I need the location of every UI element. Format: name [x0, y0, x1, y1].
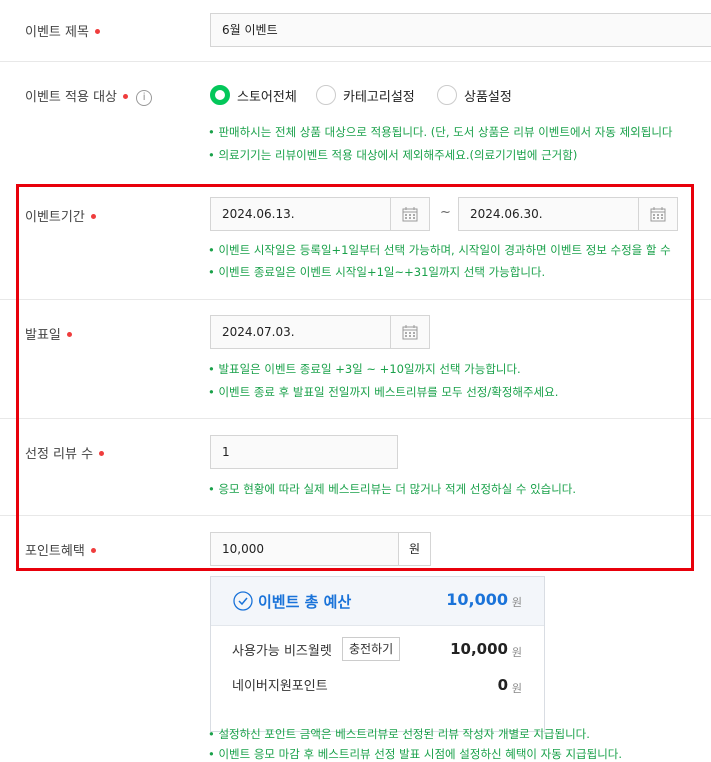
radio-store-all-label[interactable]: 스토어전체 [237, 86, 297, 105]
event-title-label: 이벤트 제목 [25, 21, 100, 40]
budget-header: 이벤트 총 예산 10,000 원 [211, 577, 544, 626]
radio-category-label[interactable]: 카테고리설정 [343, 86, 415, 105]
apply-target-label: 이벤트 적용 대상 i [25, 86, 153, 106]
check-circle-icon [233, 591, 253, 615]
info-icon[interactable]: i [136, 89, 153, 106]
apply-target-label-text: 이벤트 적용 대상 [25, 90, 117, 105]
naver-points-label: 네이버지원포인트 [232, 679, 328, 694]
bizwallet-value: 10,000 [450, 640, 508, 658]
radio-product[interactable] [437, 85, 457, 105]
footer-note-2: • 이벤트 응모 마감 후 베스트리뷰 선정 발표 시점에 설정하신 혜택이 자… [208, 747, 623, 761]
bizwallet-label: 사용가능 비즈월렛 [232, 644, 332, 659]
budget-total: 10,000 [446, 590, 508, 609]
budget-total-unit: 원 [511, 596, 522, 609]
radio-category[interactable] [316, 85, 336, 105]
required-dot [94, 29, 100, 34]
apply-note-1: • 판매하시는 전체 상품 대상으로 적용됩니다. (단, 도서 상품은 리뷰 … [208, 125, 673, 139]
highlight-box [16, 184, 694, 571]
apply-note-2: • 의료기기는 리뷰이벤트 적용 대상에서 제외해주세요.(의료기기법에 근거함… [208, 148, 578, 162]
footer-note-1: • 설정하신 포인트 금액은 베스트리뷰로 선정된 리뷰 작성자 개별로 지급됩… [208, 727, 590, 741]
budget-title: 이벤트 총 예산 [258, 593, 352, 611]
radio-product-label[interactable]: 상품설정 [464, 86, 512, 105]
naver-points-unit: 원 [511, 682, 522, 695]
event-title-input[interactable]: 6월 이벤트 [210, 13, 711, 47]
budget-panel: 이벤트 총 예산 10,000 원 사용가능 비즈월렛 충전하기 10,000 … [210, 576, 545, 732]
required-dot [123, 94, 128, 99]
radio-store-all[interactable] [210, 85, 230, 105]
charge-button[interactable]: 충전하기 [342, 637, 401, 661]
naver-points-value: 0 [497, 676, 508, 694]
event-title-label-text: 이벤트 제목 [25, 25, 89, 40]
divider [0, 61, 711, 62]
bizwallet-unit: 원 [511, 646, 522, 659]
